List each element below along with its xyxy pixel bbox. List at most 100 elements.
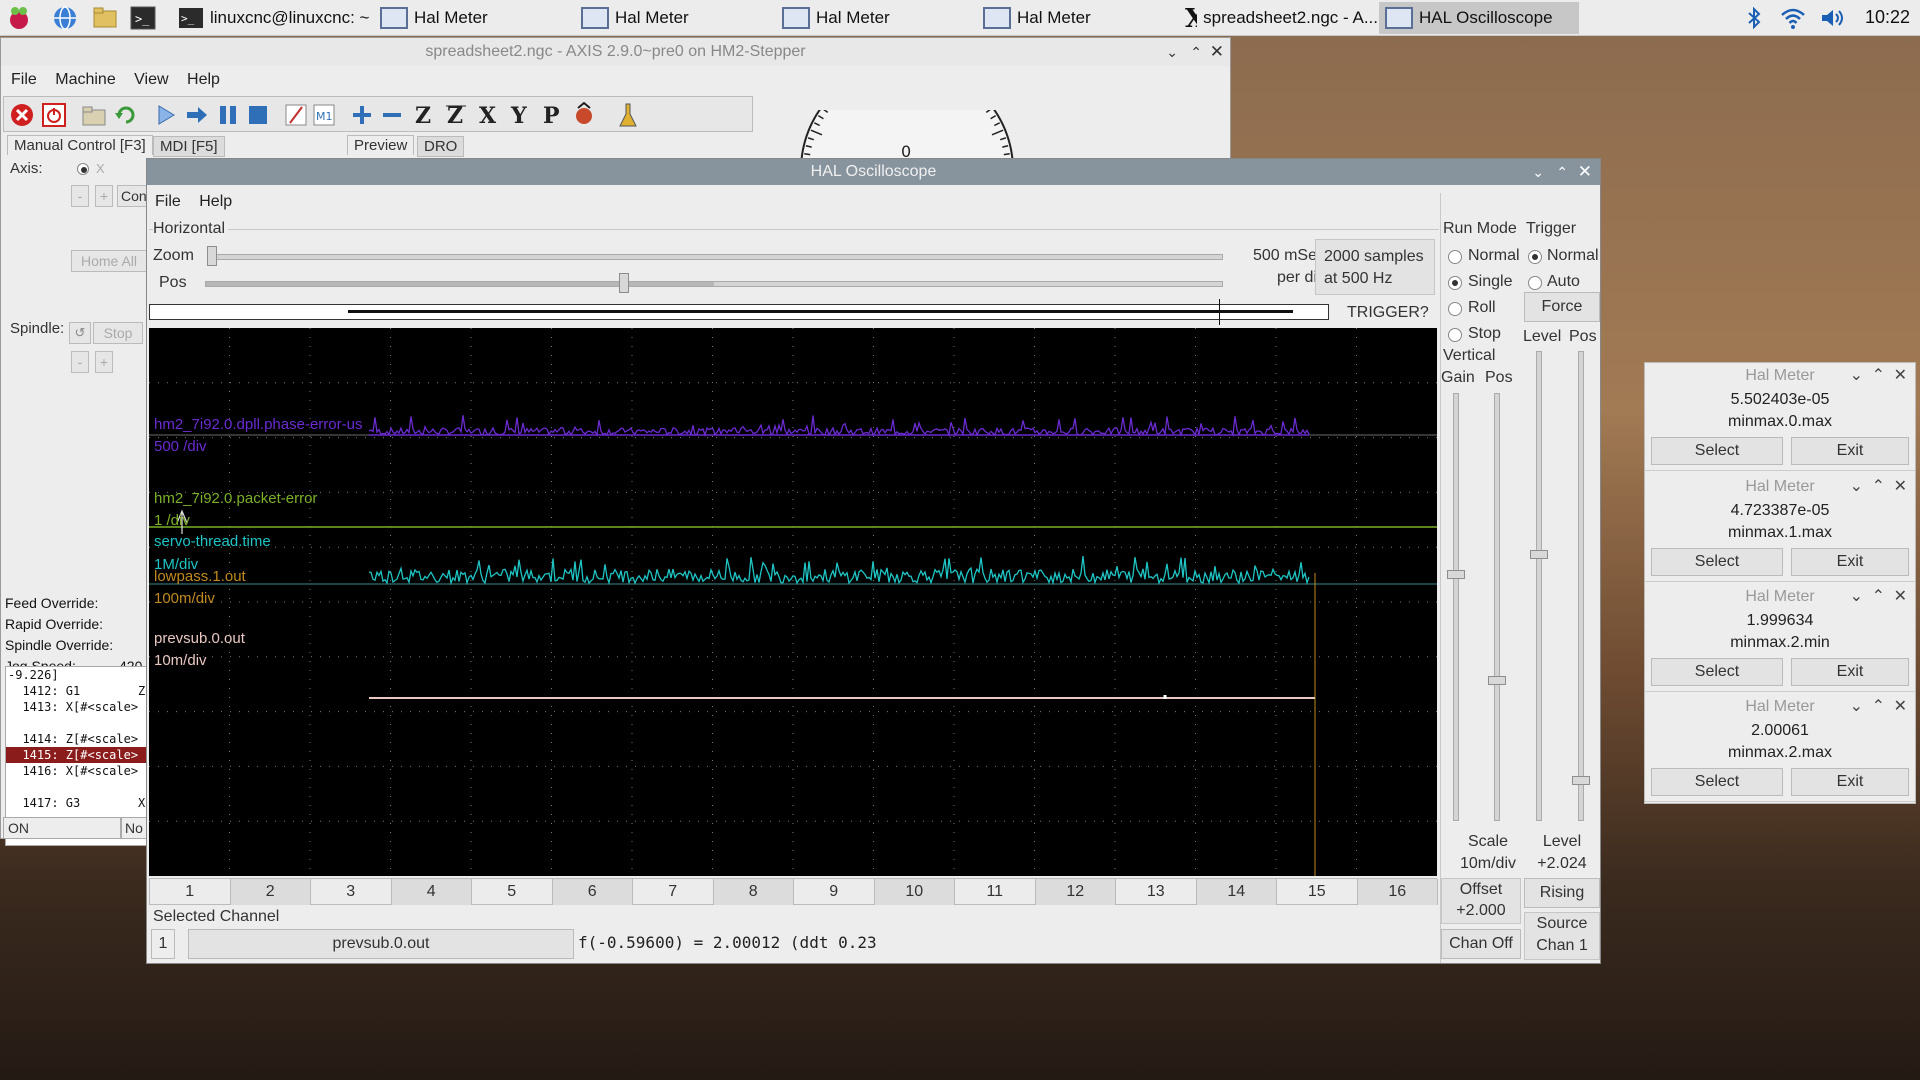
open-file-icon[interactable] (82, 104, 106, 126)
channel-button-9[interactable]: 9 (794, 879, 875, 905)
power-icon[interactable] (42, 103, 66, 127)
tab-manual-control[interactable]: Manual Control [F3] (7, 135, 153, 155)
maximize-icon[interactable]: ⌃ (1190, 38, 1202, 66)
step-icon[interactable] (184, 103, 210, 127)
task-hal-oscilloscope[interactable]: HAL Oscilloscope (1379, 2, 1579, 34)
maximize-icon[interactable]: ⌃ (1872, 474, 1885, 500)
gcode-line[interactable]: -9.226] (6, 667, 150, 683)
vertical-pos-slider-handle[interactable] (1488, 676, 1506, 685)
channel-button-1[interactable]: 1 (150, 879, 231, 905)
zoom-in-icon[interactable] (350, 103, 374, 127)
meter-exit-button[interactable]: Exit (1791, 658, 1909, 686)
channel-button-15[interactable]: 15 (1277, 879, 1358, 905)
clear-plot-icon[interactable] (616, 102, 640, 128)
trigger-mode-radio-auto[interactable] (1528, 276, 1542, 290)
run-mode-radio-normal[interactable] (1448, 250, 1462, 264)
view-z-icon[interactable]: Z (412, 102, 436, 128)
view-z2-icon[interactable]: Z (444, 102, 468, 128)
maximize-icon[interactable]: ⌃ (1872, 584, 1885, 610)
run-mode-radio-stop[interactable] (1448, 328, 1462, 342)
gcode-line[interactable]: 1414: Z[#<scale> (6, 731, 150, 747)
menu-help[interactable]: Help (199, 193, 232, 210)
chan-off-button[interactable]: Chan Off (1441, 929, 1521, 959)
menu-machine[interactable]: Machine (55, 71, 115, 88)
channel-button-2[interactable]: 2 (230, 879, 311, 905)
gain-slider-handle[interactable] (1447, 570, 1465, 579)
samples-button[interactable]: 2000 samples at 500 Hz (1315, 239, 1435, 295)
channel-button-7[interactable]: 7 (633, 879, 714, 905)
tab-dro[interactable]: DRO (417, 136, 465, 157)
channel-button-14[interactable]: 14 (1196, 879, 1277, 905)
spindle-minus-button[interactable]: - (71, 351, 89, 373)
trigger-pos-slider[interactable] (1578, 351, 1584, 821)
tab-preview[interactable]: Preview (347, 135, 415, 155)
axis-x-radio[interactable] (77, 163, 89, 175)
zoom-slider[interactable] (207, 254, 1223, 260)
meter-select-button[interactable]: Select (1651, 768, 1783, 796)
trigger-level-slider[interactable] (1536, 351, 1542, 821)
minimize-icon[interactable]: ⌄ (1850, 474, 1863, 500)
channel-button-6[interactable]: 6 (552, 879, 633, 905)
close-icon[interactable]: ✕ (1210, 38, 1224, 66)
bluetooth-icon[interactable] (1742, 4, 1766, 32)
offset-button[interactable]: Offset +2.000 (1441, 878, 1521, 924)
maximize-icon[interactable]: ⌃ (1556, 159, 1568, 185)
continuous-select[interactable]: Con (117, 185, 147, 207)
gcode-line[interactable] (6, 715, 150, 731)
terminal-icon[interactable]: >_ (128, 3, 158, 33)
web-browser-icon[interactable] (50, 3, 80, 33)
view-p-icon[interactable]: P (540, 102, 564, 128)
pos-slider[interactable] (205, 281, 1223, 287)
zoom-out-icon[interactable] (380, 103, 404, 127)
trigger-level-handle[interactable] (1530, 550, 1548, 559)
minimize-icon[interactable]: ⌄ (1166, 38, 1178, 66)
task-axis[interactable]: X spreadsheet2.ngc - A... (1178, 2, 1378, 34)
menu-file[interactable]: File (155, 193, 181, 210)
pause-icon[interactable] (216, 103, 240, 127)
pos-slider-handle[interactable] (619, 273, 629, 293)
menu-help[interactable]: Help (187, 71, 220, 88)
channel-button-10[interactable]: 10 (874, 879, 955, 905)
zoom-slider-handle[interactable] (207, 246, 217, 266)
channel-button-3[interactable]: 3 (311, 879, 392, 905)
channel-button-5[interactable]: 5 (472, 879, 553, 905)
jog-plus-button[interactable]: + (95, 185, 113, 207)
gcode-line[interactable]: 1415: Z[#<scale> (6, 747, 150, 763)
run-icon[interactable] (154, 103, 178, 127)
task-hal-meter[interactable]: Hal Meter (575, 2, 775, 34)
maximize-icon[interactable]: ⌃ (1872, 694, 1885, 720)
gain-slider[interactable] (1453, 393, 1459, 821)
task-terminal[interactable]: >_ linuxcnc@linuxcnc: ~ (172, 2, 372, 34)
trigger-source-button[interactable]: Source Chan 1 (1524, 912, 1600, 960)
channel-button-8[interactable]: 8 (713, 879, 794, 905)
meter-exit-button[interactable]: Exit (1791, 437, 1909, 465)
spindle-stop-button[interactable]: Stop (93, 322, 143, 344)
close-icon[interactable]: ✕ (1894, 694, 1907, 720)
rotate-view-icon[interactable] (572, 102, 596, 128)
meter-select-button[interactable]: Select (1651, 437, 1783, 465)
trigger-edge-button[interactable]: Rising (1524, 878, 1600, 908)
wifi-icon[interactable] (1778, 4, 1808, 32)
meter-select-button[interactable]: Select (1651, 658, 1783, 686)
selected-channel-number[interactable]: 1 (151, 929, 175, 959)
gcode-line[interactable]: 1417: G3 X[ (6, 795, 150, 811)
optional-stop-icon[interactable]: M1 (312, 103, 336, 127)
trigger-pos-handle[interactable] (1572, 776, 1590, 785)
task-hal-meter[interactable]: Hal Meter (977, 2, 1177, 34)
gcode-line[interactable]: 1413: X[#<scale> (6, 699, 150, 715)
tab-mdi[interactable]: MDI [F5] (153, 136, 225, 157)
jog-minus-button[interactable]: - (71, 185, 89, 207)
close-icon[interactable]: ✕ (1894, 584, 1907, 610)
minimize-icon[interactable]: ⌄ (1850, 584, 1863, 610)
minimize-icon[interactable]: ⌄ (1850, 694, 1863, 720)
selected-channel-name[interactable]: prevsub.0.out (188, 929, 574, 959)
volume-icon[interactable] (1818, 4, 1848, 32)
maximize-icon[interactable]: ⌃ (1872, 363, 1885, 389)
force-button[interactable]: Force (1524, 292, 1600, 322)
run-mode-radio-single[interactable] (1448, 276, 1462, 290)
close-icon[interactable]: ✕ (1578, 159, 1592, 185)
gcode-line[interactable]: 1416: X[#<scale> (6, 763, 150, 779)
spindle-plus-button[interactable]: + (95, 351, 113, 373)
home-all-button[interactable]: Home All (71, 250, 147, 272)
close-icon[interactable]: ✕ (1894, 363, 1907, 389)
